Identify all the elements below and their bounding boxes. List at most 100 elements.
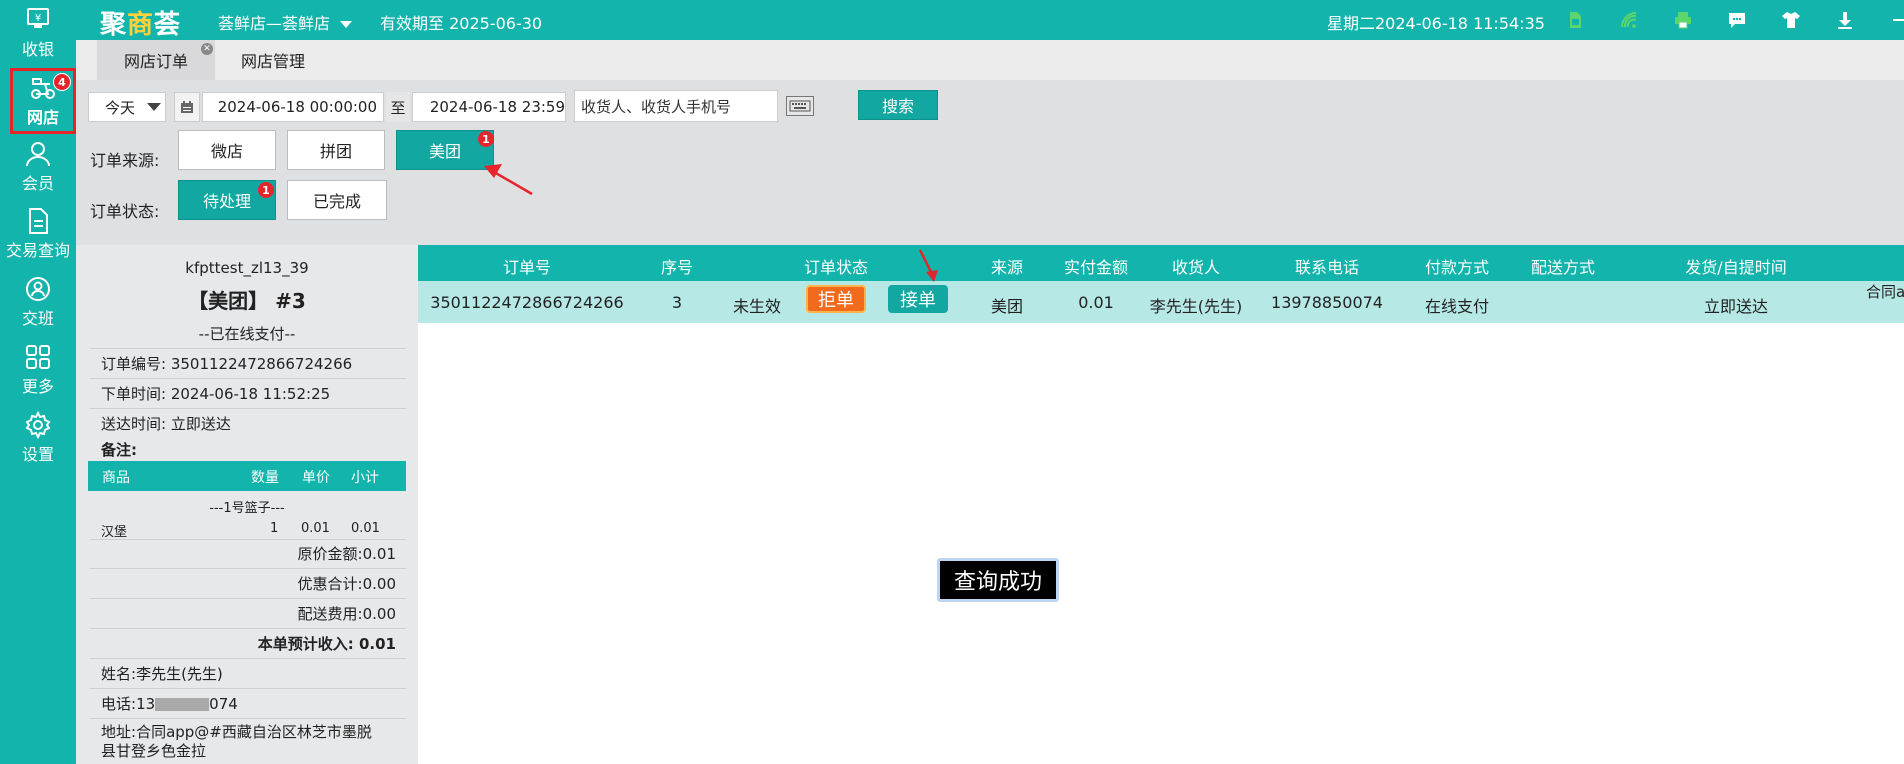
printer-icon[interactable] — [1656, 8, 1710, 32]
receipt-remark-label: 备注: — [101, 441, 137, 459]
gear-icon — [25, 411, 51, 439]
end-date-input[interactable]: 2024-06-18 23:59 — [412, 92, 566, 122]
to-label: 至 — [386, 92, 410, 122]
source-label: 订单来源: — [90, 151, 160, 170]
tab-store-management[interactable]: 网店管理 — [215, 40, 331, 80]
col-phone: 联系电话 — [1294, 258, 1360, 277]
table-row[interactable]: 3501122472866724266 3 未生效 拒单 接单 美团 0.01 … — [418, 281, 1904, 323]
receipt-customer-name: 姓名:李先生(先生) — [101, 665, 223, 683]
sidebar-label: 会员 — [21, 174, 54, 193]
receipt-platform-number: 【美团】 #3 — [188, 289, 306, 313]
receipt-items-header: 商品 数量 单价 小计 — [88, 461, 406, 491]
cell-ship-time: 立即送达 — [1703, 297, 1769, 316]
col-delivery: 配送方式 — [1530, 258, 1596, 277]
cell-amount: 0.01 — [1078, 293, 1114, 312]
sidebar-item-member[interactable]: 会员 — [0, 134, 76, 200]
expiry-text: 有效期至 2025-06-30 — [380, 14, 543, 33]
sidebar-item-shift[interactable]: 交班 — [0, 269, 76, 335]
col-source: 来源 — [990, 258, 1024, 277]
accept-button[interactable]: 接单 — [888, 285, 948, 313]
reject-button[interactable]: 拒单 — [806, 285, 866, 313]
sidebar-item-online-store[interactable]: 网店 4 — [10, 68, 76, 134]
col-payment: 付款方式 — [1424, 258, 1490, 277]
cell-phone: 13978850074 — [1271, 293, 1383, 312]
receipt-item-row: 汉堡 1 0.01 0.01 — [101, 521, 380, 540]
shirt-icon[interactable] — [1764, 8, 1818, 32]
tab-online-orders[interactable]: 网店订单 ✕ — [97, 40, 215, 80]
sidebar-item-more[interactable]: 更多 — [0, 337, 76, 403]
receipt-address: 地址:合同app@#西藏自治区林芝市墨脱 — [101, 723, 372, 741]
pending-count-badge: 1 — [258, 182, 274, 198]
shift-icon — [26, 277, 50, 301]
cell-status: 未生效 — [732, 297, 782, 316]
calendar-icon[interactable] — [174, 92, 200, 122]
cell-payment: 在线支付 — [1424, 297, 1490, 316]
col-seq: 序号 — [660, 258, 694, 277]
tab-bar: 网店订单 ✕ 网店管理 — [76, 40, 1904, 80]
cell-seq: 3 — [671, 293, 683, 312]
phone-mask — [155, 698, 210, 711]
source-count-badge: 1 — [478, 131, 494, 147]
cell-address-overflow: 合同a — [1866, 283, 1904, 301]
sidebar: ¥ 收银 网店 4 会员 交易查询 交班 更多 设置 — [0, 0, 76, 764]
member-icon — [26, 142, 50, 167]
col-receiver: 收货人 — [1171, 258, 1221, 277]
start-date-input[interactable]: 2024-06-18 00:00:00 — [202, 92, 384, 122]
keyboard-icon[interactable] — [786, 96, 814, 116]
minimize-icon[interactable] — [1872, 8, 1904, 32]
wifi-icon[interactable] — [1602, 8, 1656, 32]
sidebar-item-cashier[interactable]: ¥ 收银 — [0, 0, 76, 66]
receipt-discount: 优惠合计:0.00 — [297, 575, 396, 593]
sidebar-item-transactions[interactable]: 交易查询 — [0, 201, 76, 267]
source-pintuan-button[interactable]: 拼团 — [287, 130, 385, 170]
chevron-down-icon — [340, 21, 353, 28]
top-bar: 聚商荟 荟鲜店—荟鲜店 有效期至 2025-06-30 星期二2024-06-1… — [0, 0, 1904, 40]
notification-badge: 4 — [53, 73, 71, 91]
status-completed-button[interactable]: 已完成 — [287, 180, 387, 220]
receipt-delivery-time: 送达时间: 立即送达 — [101, 415, 231, 433]
col-status: 订单状态 — [803, 258, 869, 277]
col-order-no: 订单号 — [502, 258, 552, 277]
receipt-delivery-fee: 配送费用:0.00 — [297, 605, 396, 623]
receipt-basket: ---1号篮子--- — [209, 501, 285, 516]
receipt-pay-status: --已在线支付-- — [198, 325, 296, 343]
order-table: 订单号 序号 订单状态 来源 实付金额 收货人 联系电话 付款方式 配送方式 发… — [418, 245, 1904, 764]
toast-message: 查询成功 — [937, 558, 1059, 602]
filter-panel: 今天 2024-06-18 00:00:00 至 2024-06-18 23:5… — [76, 80, 1904, 245]
receipt-original-amount: 原价金额:0.01 — [297, 545, 396, 563]
receipt-expected-income: 本单预计收入: 0.01 — [257, 635, 396, 653]
cashier-icon: ¥ — [27, 8, 49, 28]
store-selector[interactable]: 荟鲜店—荟鲜店 — [218, 10, 353, 34]
sim-card-icon[interactable] — [1548, 8, 1602, 32]
col-amount: 实付金额 — [1063, 258, 1129, 277]
download-icon[interactable] — [1818, 8, 1872, 32]
receipt-store-id: kfpttest_zl13_39 — [185, 259, 309, 277]
app-logo: 聚商荟 — [100, 10, 182, 40]
message-icon[interactable] — [1710, 8, 1764, 32]
close-icon[interactable]: ✕ — [201, 43, 213, 55]
status-label: 订单状态: — [90, 202, 160, 221]
period-select[interactable]: 今天 — [88, 92, 166, 122]
sidebar-label: 网店 — [26, 108, 59, 127]
document-icon — [29, 208, 48, 234]
grid-icon — [26, 345, 50, 369]
source-weidian-button[interactable]: 微店 — [178, 130, 276, 170]
svg-text:¥: ¥ — [35, 13, 41, 24]
sidebar-label: 设置 — [21, 445, 54, 464]
search-input[interactable]: 收货人、收货人手机号 — [574, 90, 778, 122]
sidebar-label: 交班 — [21, 309, 54, 328]
receipt-order-time: 下单时间: 2024-06-18 11:52:25 — [101, 385, 331, 403]
chevron-down-icon — [147, 103, 162, 111]
sidebar-label: 收银 — [21, 40, 54, 59]
col-ship-time: 发货/自提时间 — [1685, 258, 1787, 277]
sidebar-label: 交易查询 — [5, 241, 70, 260]
sidebar-item-settings[interactable]: 设置 — [0, 405, 76, 471]
receipt-order-no: 订单编号: 3501122472866724266 — [101, 355, 353, 373]
receipt-address-line2: 县甘登乡色金拉 — [101, 742, 207, 760]
cell-receiver: 李先生(先生) — [1149, 297, 1243, 316]
cell-source: 美团 — [990, 297, 1024, 316]
clock-text: 星期二2024-06-18 11:54:35 — [1327, 14, 1545, 33]
search-button[interactable]: 搜索 — [858, 90, 938, 120]
receipt-customer-phone: 电话:13 074 — [101, 695, 238, 713]
sidebar-label: 更多 — [21, 377, 54, 396]
